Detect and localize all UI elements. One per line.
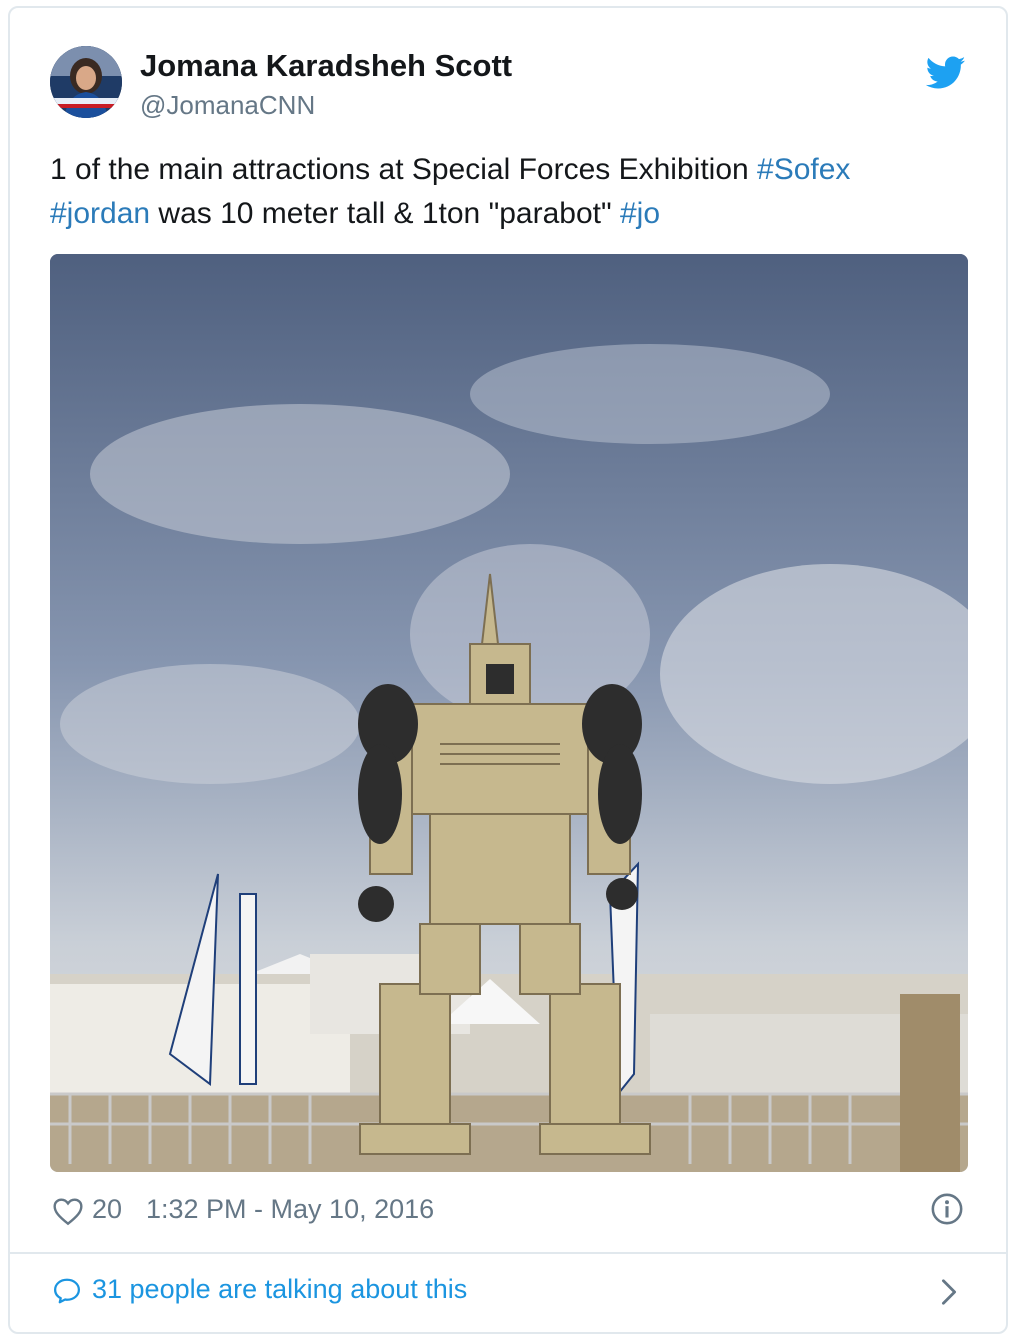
heart-icon[interactable] bbox=[52, 1196, 84, 1226]
talking-about-link[interactable]: 31 people are talking about this bbox=[92, 1274, 467, 1305]
tweet-header: Jomana Karadsheh Scott @JomanaCNN bbox=[50, 46, 966, 126]
hashtag-sofex[interactable]: #Sofex bbox=[757, 153, 850, 186]
like-count[interactable]: 20 bbox=[92, 1194, 122, 1225]
tweet-timestamp[interactable]: 1:32 PM - May 10, 2016 bbox=[146, 1194, 434, 1225]
hashtag-jordan[interactable]: #jordan bbox=[50, 197, 150, 230]
hashtag-jo[interactable]: #jo bbox=[620, 197, 660, 230]
tweet-meta: 20 1:32 PM - May 10, 2016 bbox=[50, 1190, 966, 1234]
tweet-text-part2: was 10 meter tall & 1ton "parabot" bbox=[150, 197, 620, 230]
speech-bubble-icon bbox=[54, 1278, 80, 1304]
tweet-photo[interactable] bbox=[50, 254, 968, 1172]
tweet-footer[interactable]: 31 people are talking about this bbox=[50, 1270, 966, 1314]
tweet-text: 1 of the main attractions at Special For… bbox=[50, 148, 970, 236]
avatar-image bbox=[50, 46, 122, 118]
twitter-bird-icon[interactable] bbox=[926, 56, 966, 90]
author-screen-name[interactable]: @JomanaCNN bbox=[140, 90, 315, 121]
info-icon[interactable] bbox=[930, 1192, 964, 1226]
tweet-card: Jomana Karadsheh Scott @JomanaCNN 1 of t… bbox=[8, 6, 1008, 1334]
footer-divider bbox=[10, 1252, 1006, 1254]
avatar[interactable] bbox=[50, 46, 122, 118]
parabot-robot-photo bbox=[50, 254, 968, 1172]
tweet-text-part1: 1 of the main attractions at Special For… bbox=[50, 153, 758, 186]
chevron-right-icon[interactable] bbox=[940, 1278, 958, 1306]
author-display-name[interactable]: Jomana Karadsheh Scott bbox=[140, 48, 512, 84]
